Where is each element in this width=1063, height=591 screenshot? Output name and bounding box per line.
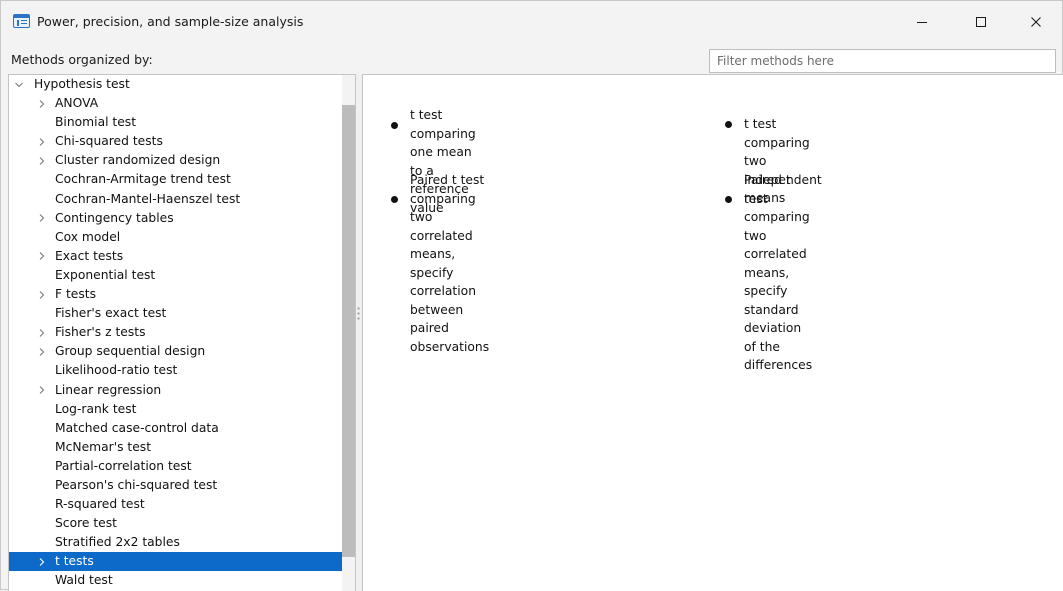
tree-item-log-rank-test[interactable]: Log-rank test bbox=[9, 400, 342, 419]
close-icon bbox=[1031, 17, 1041, 27]
tree-item-mcnemar-s-test[interactable]: McNemar's test bbox=[9, 438, 342, 457]
tree-item-chi-squared-tests[interactable]: Chi-squared tests bbox=[9, 132, 342, 151]
maximize-button[interactable] bbox=[958, 1, 1004, 43]
tree-item-label: Pearson's chi-squared test bbox=[55, 477, 218, 492]
tree-item-label: Score test bbox=[55, 516, 117, 531]
minimize-button[interactable] bbox=[899, 1, 945, 43]
bullet-icon bbox=[725, 121, 732, 128]
tree-item-anova[interactable]: ANOVA bbox=[9, 94, 342, 113]
tree-item-label: Binomial test bbox=[55, 115, 137, 130]
tree-item-label: Contingency tables bbox=[55, 210, 174, 225]
chevron-right-icon[interactable] bbox=[36, 132, 48, 151]
methods-content-panel: t test comparing one mean to a reference… bbox=[362, 74, 1063, 591]
tree-item-label: Log-rank test bbox=[55, 401, 137, 416]
tree-item-exponential-test[interactable]: Exponential test bbox=[9, 266, 342, 285]
minimize-icon bbox=[917, 22, 927, 23]
tree-item-label: Wald test bbox=[55, 573, 113, 588]
close-button[interactable] bbox=[1013, 1, 1059, 43]
tree-item-binomial-test[interactable]: Binomial test bbox=[9, 113, 342, 132]
tree-item-matched-case-control-data[interactable]: Matched case-control data bbox=[9, 419, 342, 438]
method-line: means, specify standard deviation of the bbox=[744, 265, 802, 354]
chevron-right-icon[interactable] bbox=[36, 285, 48, 304]
window-title: Power, precision, and sample-size analys… bbox=[37, 14, 304, 29]
tree-item-partial-correlation-test[interactable]: Partial-correlation test bbox=[9, 457, 342, 476]
tree-item-cochran-mantel-haenszel-test[interactable]: Cochran-Mantel-Haenszel test bbox=[9, 190, 342, 209]
scrollbar-thumb[interactable] bbox=[342, 105, 355, 557]
chevron-right-icon[interactable] bbox=[36, 94, 48, 113]
chevron-right-icon[interactable] bbox=[36, 209, 48, 228]
methods-tree-panel: Hypothesis test ANOVA Binomial test Chi-sq… bbox=[8, 74, 356, 591]
chevron-right-icon[interactable] bbox=[36, 151, 48, 170]
bullet-icon bbox=[725, 196, 732, 203]
chevron-right-icon[interactable] bbox=[36, 247, 48, 266]
tree-item-label: Hypothesis test bbox=[34, 77, 130, 91]
tree-item-cluster-randomized-design[interactable]: Cluster randomized design bbox=[9, 151, 342, 170]
tree-item-label: Group sequential design bbox=[55, 344, 206, 359]
tree-item-label: Cox model bbox=[55, 229, 121, 244]
tree-item-cox-model[interactable]: Cox model bbox=[9, 228, 342, 247]
bullet-icon bbox=[391, 196, 398, 203]
tree-item-label: F tests bbox=[55, 287, 97, 302]
bullet-icon bbox=[391, 122, 398, 129]
chevron-right-icon[interactable] bbox=[36, 381, 48, 400]
chevron-down-icon[interactable] bbox=[13, 75, 25, 94]
app-window-icon bbox=[13, 14, 30, 28]
tree-item-label: R-squared test bbox=[55, 497, 145, 512]
tree-item-label: Stratified 2x2 tables bbox=[55, 535, 180, 550]
filter-methods-input[interactable] bbox=[709, 49, 1056, 73]
tree-item-label: Fisher's z tests bbox=[55, 325, 146, 340]
tree-item-label: Cochran-Armitage trend test bbox=[55, 172, 231, 187]
method-line: Paired t test comparing two correlated bbox=[744, 173, 810, 261]
tree-item-label: ANOVA bbox=[55, 96, 99, 111]
tree-item-group-sequential-design[interactable]: Group sequential design bbox=[9, 342, 342, 361]
method-line: observations bbox=[410, 339, 490, 354]
tree-item-label: Cluster randomized design bbox=[55, 153, 221, 168]
tree-item-label: Fisher's exact test bbox=[55, 306, 167, 321]
tree-item-fisher-s-exact-test[interactable]: Fisher's exact test bbox=[9, 304, 342, 323]
tree-item-label: Likelihood-ratio test bbox=[55, 363, 178, 378]
tree-item-linear-regression[interactable]: Linear regression bbox=[9, 381, 342, 400]
tree-item-f-tests[interactable]: F tests bbox=[9, 285, 342, 304]
methods-organized-label: Methods organized by: bbox=[11, 52, 153, 67]
tree-item-label: Linear regression bbox=[55, 382, 162, 397]
tree-item-label: Matched case-control data bbox=[55, 420, 219, 435]
title-bar[interactable]: Power, precision, and sample-size analys… bbox=[1, 1, 1062, 43]
tree-item-label: Exact tests bbox=[55, 248, 124, 263]
splitter-grip-icon bbox=[357, 306, 360, 322]
tree-item-label: t tests bbox=[55, 554, 94, 569]
tree-item-label: Chi-squared tests bbox=[55, 134, 163, 149]
tree-item-label: Cochran-Mantel-Haenszel test bbox=[55, 191, 241, 206]
tree-item-hypothesis-test[interactable]: Hypothesis test bbox=[9, 75, 342, 94]
tree-item-label: McNemar's test bbox=[55, 439, 152, 454]
app-window: Power, precision, and sample-size analys… bbox=[0, 0, 1063, 591]
tree-item-exact-tests[interactable]: Exact tests bbox=[9, 247, 342, 266]
tree-item-t-tests[interactable]: t tests bbox=[9, 552, 342, 572]
tree-item-score-test[interactable]: Score test bbox=[9, 514, 342, 533]
method-line: means, specify correlation between paire… bbox=[410, 247, 476, 335]
method-line: Paired t test comparing two correlated bbox=[410, 173, 485, 243]
tree-scrollbar[interactable] bbox=[342, 75, 355, 591]
maximize-icon bbox=[976, 17, 986, 27]
tree-item-label: Exponential test bbox=[55, 267, 156, 282]
method-line: differences bbox=[744, 358, 813, 372]
tree-item-stratified-2x2-tables[interactable]: Stratified 2x2 tables bbox=[9, 533, 342, 552]
chevron-right-icon[interactable] bbox=[36, 342, 48, 361]
tree-item-r-squared-test[interactable]: R-squared test bbox=[9, 495, 342, 514]
tree-item-label: Partial-correlation test bbox=[55, 458, 192, 473]
tree-item-cochran-armitage-trend-test[interactable]: Cochran-Armitage trend test bbox=[9, 170, 342, 189]
chevron-right-icon[interactable] bbox=[36, 552, 48, 571]
tree-item-pearson-s-chi-squared-test[interactable]: Pearson's chi-squared test bbox=[9, 476, 342, 495]
chevron-right-icon[interactable] bbox=[36, 323, 48, 342]
tree-item-contingency-tables[interactable]: Contingency tables bbox=[9, 209, 342, 228]
tree-item-fisher-s-z-tests[interactable]: Fisher's z tests bbox=[9, 323, 342, 342]
tree-item-likelihood-ratio-test[interactable]: Likelihood-ratio test bbox=[9, 361, 342, 380]
tree-item-wald-test[interactable]: Wald test bbox=[9, 571, 342, 590]
methods-tree: Hypothesis test ANOVA Binomial test Chi-sq… bbox=[9, 75, 342, 591]
